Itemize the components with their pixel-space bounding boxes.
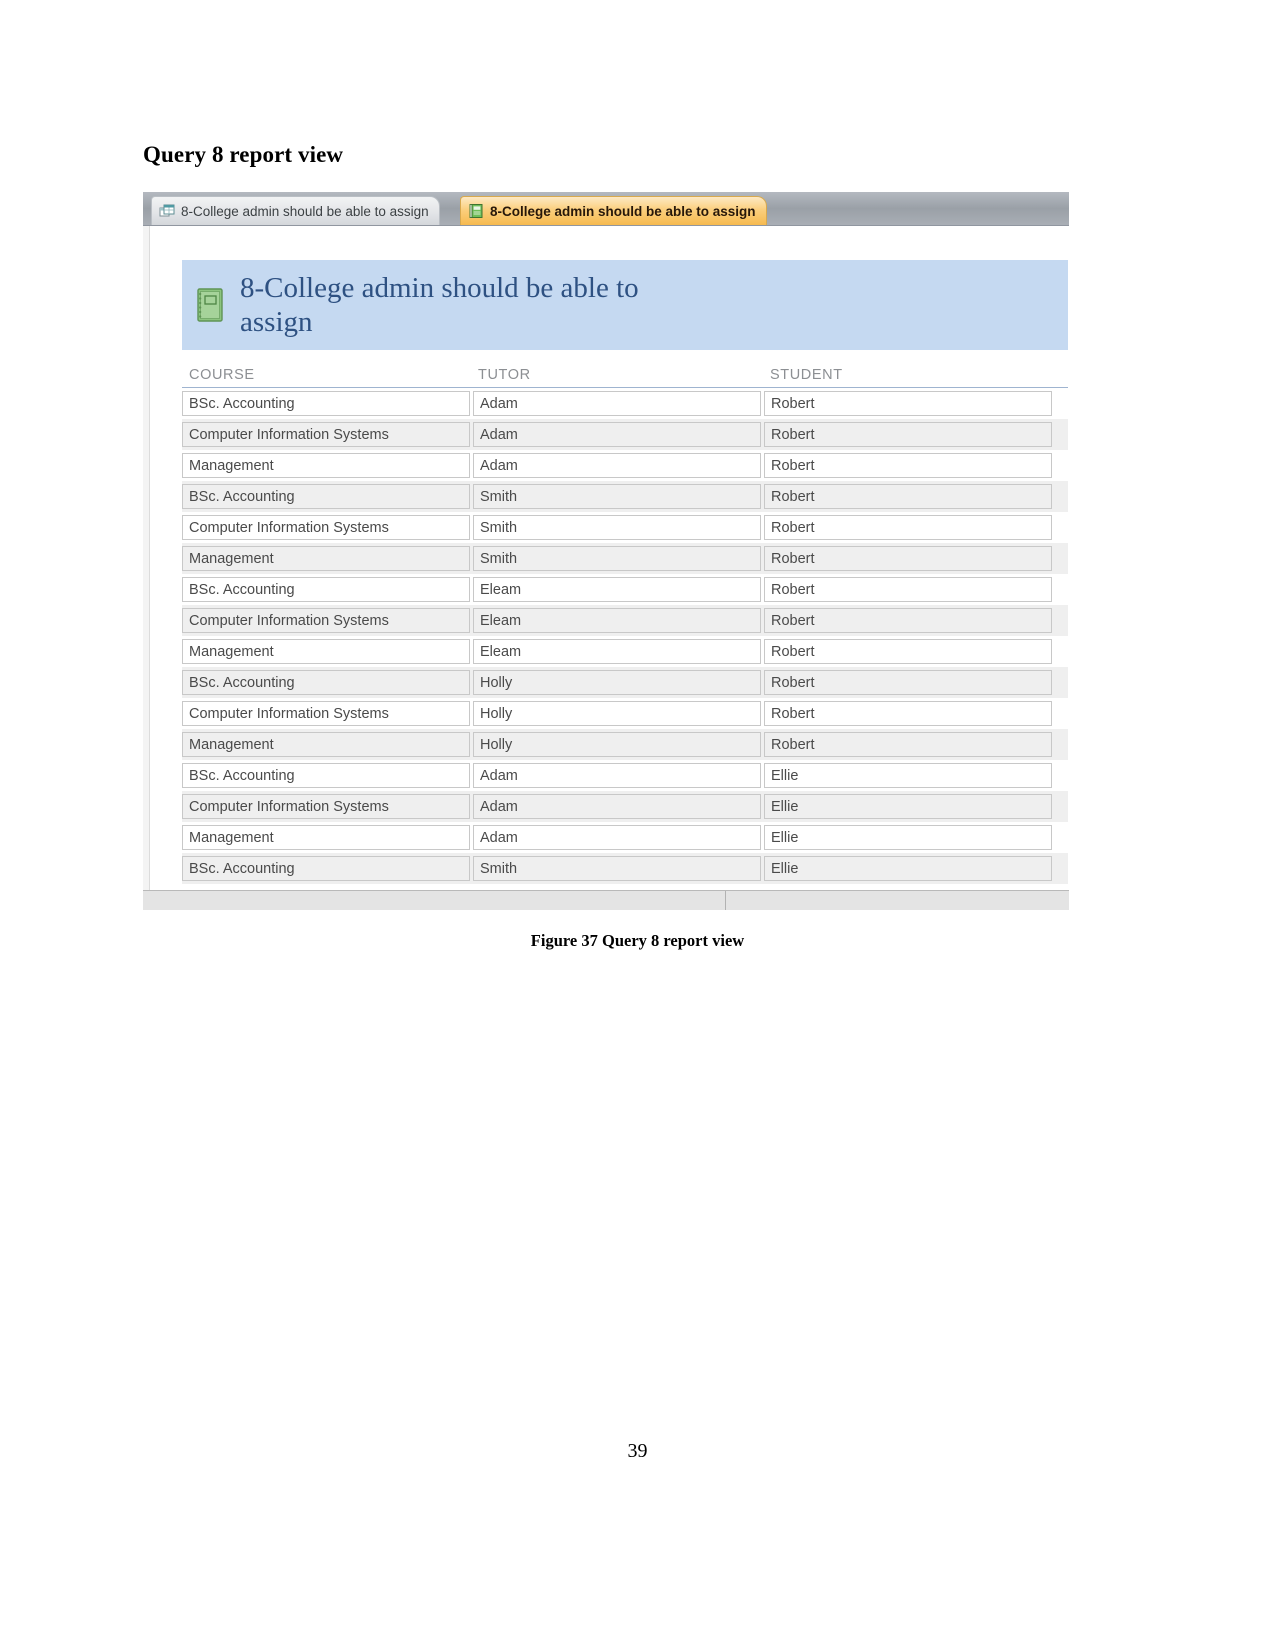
column-header-tutor: TUTOR (478, 367, 531, 383)
cell-student[interactable]: Ellie (764, 794, 1052, 819)
table-row[interactable]: Management Holly Robert (182, 729, 1068, 760)
report-title-banner: 8-College admin should be able to assign (182, 260, 1068, 350)
cell-tutor[interactable]: Adam (473, 763, 761, 788)
cell-tutor[interactable]: Adam (473, 825, 761, 850)
cell-tutor[interactable]: Holly (473, 701, 761, 726)
report-icon (468, 203, 484, 219)
cell-course[interactable]: BSc. Accounting (182, 391, 470, 416)
cell-course[interactable]: Computer Information Systems (182, 794, 470, 819)
cell-student[interactable]: Robert (764, 639, 1052, 664)
cell-tutor[interactable]: Smith (473, 484, 761, 509)
page-title: Query 8 report view (143, 142, 344, 167)
cell-course[interactable]: BSc. Accounting (182, 484, 470, 509)
tab-label: 8-College admin should be able to assign (181, 203, 429, 219)
cell-tutor[interactable]: Eleam (473, 608, 761, 633)
cell-course[interactable]: BSc. Accounting (182, 670, 470, 695)
page-number: 39 (627, 1440, 648, 1462)
tab-report-view[interactable]: 8-College admin should be able to assign (460, 196, 767, 225)
tab-label: 8-College admin should be able to assign (490, 203, 756, 219)
cell-course[interactable]: Management (182, 732, 470, 757)
query-datasheet-icon (159, 203, 175, 219)
report-title: 8-College admin should be able to assign (240, 271, 639, 338)
table-row[interactable]: Computer Information Systems Smith Robert (182, 512, 1068, 543)
cell-tutor[interactable]: Smith (473, 515, 761, 540)
table-row[interactable]: Management Adam Ellie (182, 822, 1068, 853)
document-tab-bar: 8-College admin should be able to assign… (143, 192, 1069, 226)
cell-tutor[interactable]: Adam (473, 794, 761, 819)
report-body: 8-College admin should be able to assign… (182, 260, 1068, 884)
cell-student[interactable]: Robert (764, 546, 1052, 571)
table-row[interactable]: BSc. Accounting Adam Ellie (182, 760, 1068, 791)
cell-tutor[interactable]: Holly (473, 732, 761, 757)
table-row[interactable]: Computer Information Systems Eleam Robert (182, 605, 1068, 636)
table-row[interactable]: Management Smith Robert (182, 543, 1068, 574)
cell-student[interactable]: Ellie (764, 856, 1052, 881)
table-row[interactable]: Management Adam Robert (182, 450, 1068, 481)
cell-student[interactable]: Ellie (764, 763, 1052, 788)
table-row[interactable]: Computer Information Systems Holly Robert (182, 698, 1068, 729)
cell-course[interactable]: Management (182, 453, 470, 478)
cell-student[interactable]: Robert (764, 670, 1052, 695)
cell-course[interactable]: BSc. Accounting (182, 763, 470, 788)
table-row[interactable]: Computer Information Systems Adam Ellie (182, 791, 1068, 822)
cell-student[interactable]: Robert (764, 701, 1052, 726)
table-row[interactable]: BSc. Accounting Smith Ellie (182, 853, 1068, 884)
table-row[interactable]: BSc. Accounting Holly Robert (182, 667, 1068, 698)
cell-student[interactable]: Robert (764, 577, 1052, 602)
cell-tutor[interactable]: Adam (473, 453, 761, 478)
cell-student[interactable]: Robert (764, 484, 1052, 509)
cell-course[interactable]: Computer Information Systems (182, 422, 470, 447)
cell-tutor[interactable]: Smith (473, 546, 761, 571)
cell-student[interactable]: Robert (764, 608, 1052, 633)
cell-tutor[interactable]: Holly (473, 670, 761, 695)
cell-student[interactable]: Robert (764, 453, 1052, 478)
cell-tutor[interactable]: Eleam (473, 577, 761, 602)
cell-course[interactable]: Computer Information Systems (182, 608, 470, 633)
cell-student[interactable]: Ellie (764, 825, 1052, 850)
report-document-icon (196, 287, 226, 323)
cell-course[interactable]: BSc. Accounting (182, 577, 470, 602)
cell-student[interactable]: Robert (764, 422, 1052, 447)
report-detail-rows: BSc. Accounting Adam Robert Computer Inform… (182, 388, 1068, 884)
cell-tutor[interactable]: Adam (473, 422, 761, 447)
table-row[interactable]: BSc. Accounting Smith Robert (182, 481, 1068, 512)
cell-tutor[interactable]: Adam (473, 391, 761, 416)
cell-student[interactable]: Robert (764, 732, 1052, 757)
column-header-course: COURSE (189, 367, 255, 383)
access-report-screenshot: 8-College admin should be able to assign… (143, 192, 1069, 910)
cell-course[interactable]: Computer Information Systems (182, 515, 470, 540)
table-row[interactable]: BSc. Accounting Eleam Robert (182, 574, 1068, 605)
cell-tutor[interactable]: Eleam (473, 639, 761, 664)
report-status-bar (143, 890, 1069, 910)
cell-course[interactable]: Management (182, 825, 470, 850)
column-header-student: STUDENT (770, 367, 843, 383)
figure-caption: Figure 37 Query 8 report view (530, 931, 745, 950)
report-left-margin (143, 226, 150, 891)
report-column-headers: COURSE TUTOR STUDENT (182, 350, 1068, 388)
cell-course[interactable]: Management (182, 639, 470, 664)
cell-student[interactable]: Robert (764, 515, 1052, 540)
table-row[interactable]: Management Eleam Robert (182, 636, 1068, 667)
cell-course[interactable]: Computer Information Systems (182, 701, 470, 726)
cell-course[interactable]: Management (182, 546, 470, 571)
cell-course[interactable]: BSc. Accounting (182, 856, 470, 881)
cell-student[interactable]: Robert (764, 391, 1052, 416)
report-canvas: 8-College admin should be able to assign… (143, 226, 1069, 910)
cell-tutor[interactable]: Smith (473, 856, 761, 881)
table-row[interactable]: BSc. Accounting Adam Robert (182, 388, 1068, 419)
table-row[interactable]: Computer Information Systems Adam Robert (182, 419, 1068, 450)
tab-query-datasheet[interactable]: 8-College admin should be able to assign (151, 196, 440, 225)
